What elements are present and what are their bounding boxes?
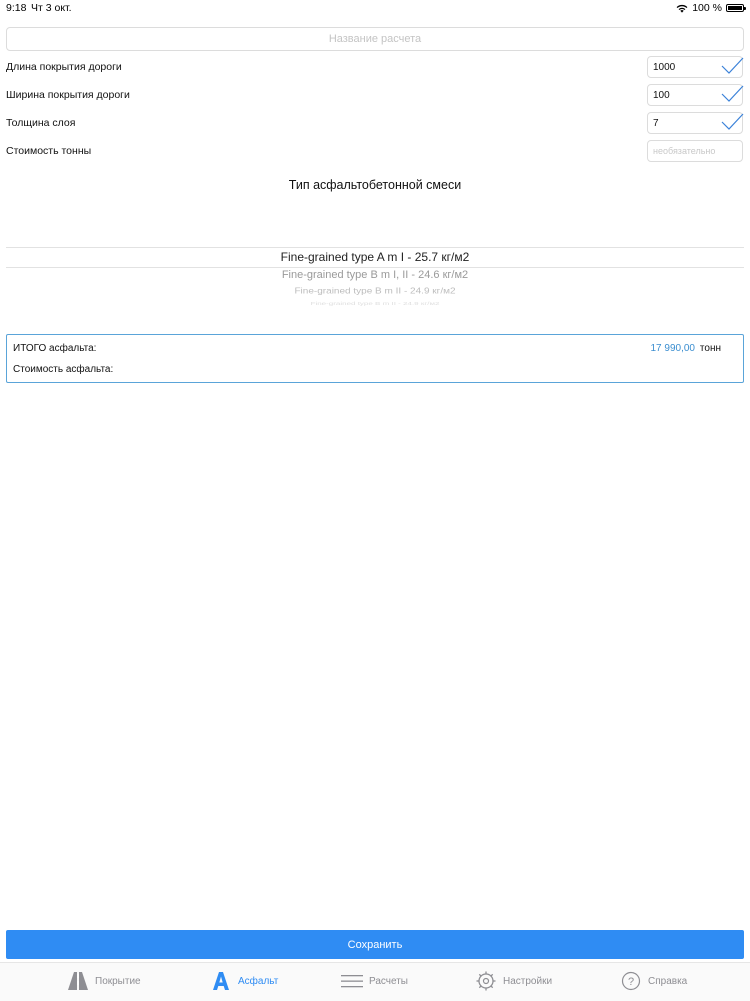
tab-calculations[interactable]: Расчеты [341, 971, 408, 991]
tab-coverage[interactable]: Покрытие [67, 971, 141, 991]
picker-selection-top [6, 247, 744, 248]
ton-cost-input[interactable] [647, 140, 743, 162]
road-length-row: Длина покрытия дороги [0, 55, 750, 81]
road-width-row: Ширина покрытия дороги [0, 83, 750, 109]
battery-icon [726, 4, 746, 12]
total-asphalt-unit: тонн [699, 343, 721, 354]
asphalt-a-icon [213, 972, 229, 990]
total-asphalt-label: ИТОГО асфальта: [13, 343, 97, 354]
status-bar: 9:18 Чт 3 окт. 100 % [0, 0, 750, 16]
layer-thickness-row: Толщина слоя [0, 111, 750, 137]
svg-text:?: ? [628, 976, 634, 988]
tab-bar: Покрытие Асфальт Расчеты Настройки ? Спр… [0, 962, 750, 1001]
picker-option-selected[interactable]: Fine-grained type A m I - 25.7 кг/м2 [6, 250, 744, 264]
ton-cost-label: Стоимость тонны [6, 145, 92, 157]
ton-cost-row: Стоимость тонны [0, 139, 750, 165]
mix-type-picker[interactable]: Fine-grained type A m I - 25.7 кг/м2 Fin… [6, 236, 744, 308]
list-icon [341, 975, 363, 988]
mix-type-title: Тип асфальтобетонной смеси [288, 178, 462, 192]
checkmark-icon[interactable] [719, 56, 745, 76]
total-asphalt-value: 17 990,00 [650, 343, 696, 354]
tab-settings-label: Настройки [503, 975, 553, 987]
help-icon: ? [621, 971, 641, 991]
road-icon [68, 972, 88, 990]
checkmark-icon[interactable] [719, 112, 745, 132]
layer-thickness-label: Толщина слоя [6, 117, 76, 129]
gear-icon [476, 971, 496, 991]
checkmark-icon[interactable] [719, 84, 745, 104]
tab-asphalt-label: Асфальт [238, 975, 279, 987]
asphalt-cost-label: Стоимость асфальта: [13, 364, 114, 375]
tab-settings[interactable]: Настройки [475, 971, 552, 991]
tab-calculations-label: Расчеты [369, 975, 408, 987]
save-button[interactable]: Сохранить [6, 930, 744, 959]
tab-coverage-label: Покрытие [95, 975, 141, 987]
picker-option[interactable]: Fine-grained type B m II - 24.9 кг/м2 [6, 287, 744, 296]
wifi-icon [676, 4, 688, 13]
status-time: 9:18 [6, 2, 27, 14]
picker-selection-bottom [6, 267, 744, 268]
status-indicators: 100 % [676, 2, 746, 14]
battery-percent: 100 % [692, 2, 722, 14]
road-width-label: Ширина покрытия дороги [6, 89, 130, 101]
tab-help[interactable]: ? Справка [620, 971, 687, 991]
tab-help-label: Справка [648, 975, 688, 987]
picker-option[interactable]: Fine-grained type B m I, II - 24.6 кг/м2 [6, 269, 744, 281]
result-panel: ИТОГО асфальта: 17 990,00 тонн Стоимость… [6, 334, 744, 383]
calculation-name-input[interactable] [6, 27, 744, 51]
tab-asphalt[interactable]: Асфальт [210, 971, 278, 991]
picker-option[interactable]: Fine-grained type B m II - 24.9 кг/м2 [6, 301, 744, 306]
road-length-label: Длина покрытия дороги [6, 61, 122, 73]
status-date: Чт 3 окт. [31, 2, 72, 14]
